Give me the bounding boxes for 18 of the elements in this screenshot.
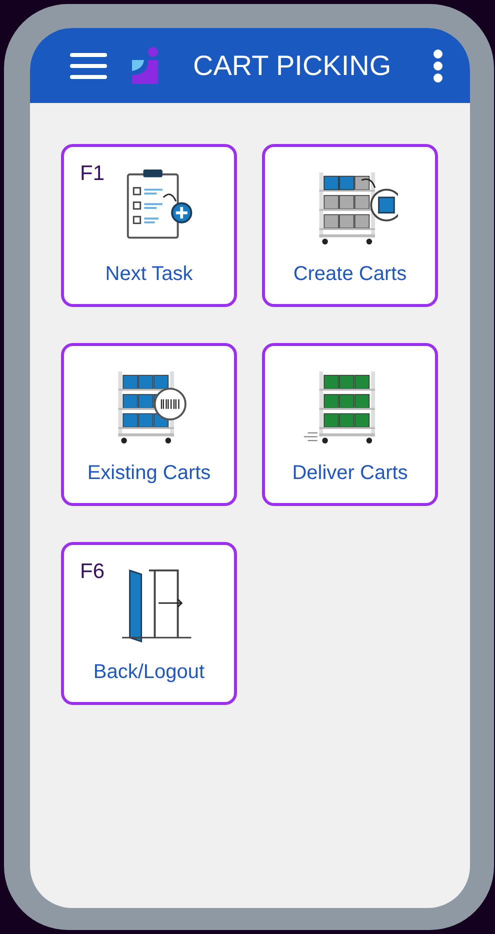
more-options-icon: [432, 48, 444, 82]
menu-tile[interactable]: Create Carts: [262, 144, 438, 307]
more-options-button[interactable]: [432, 48, 444, 82]
app-title: CART PICKING: [193, 48, 392, 82]
tile-label: Existing Carts: [87, 461, 211, 486]
tile-label: Deliver Carts: [292, 461, 408, 486]
menu-tile[interactable]: Deliver Carts: [262, 343, 438, 506]
menu-icon: [70, 52, 107, 80]
tile-label: Next Task: [105, 262, 193, 287]
logo-icon: [131, 46, 161, 86]
hotkey-label: F1: [80, 163, 105, 184]
tile-label: Back/Logout: [93, 660, 205, 685]
menu-tile[interactable]: Existing Carts: [61, 343, 237, 506]
menu-tile[interactable]: F1 Next Task: [61, 144, 237, 307]
tile-label: Create Carts: [293, 262, 407, 287]
menu-tile[interactable]: F6 Back/Logout: [61, 542, 237, 705]
hotkey-label: F6: [80, 561, 105, 582]
menu-button[interactable]: [70, 52, 107, 80]
